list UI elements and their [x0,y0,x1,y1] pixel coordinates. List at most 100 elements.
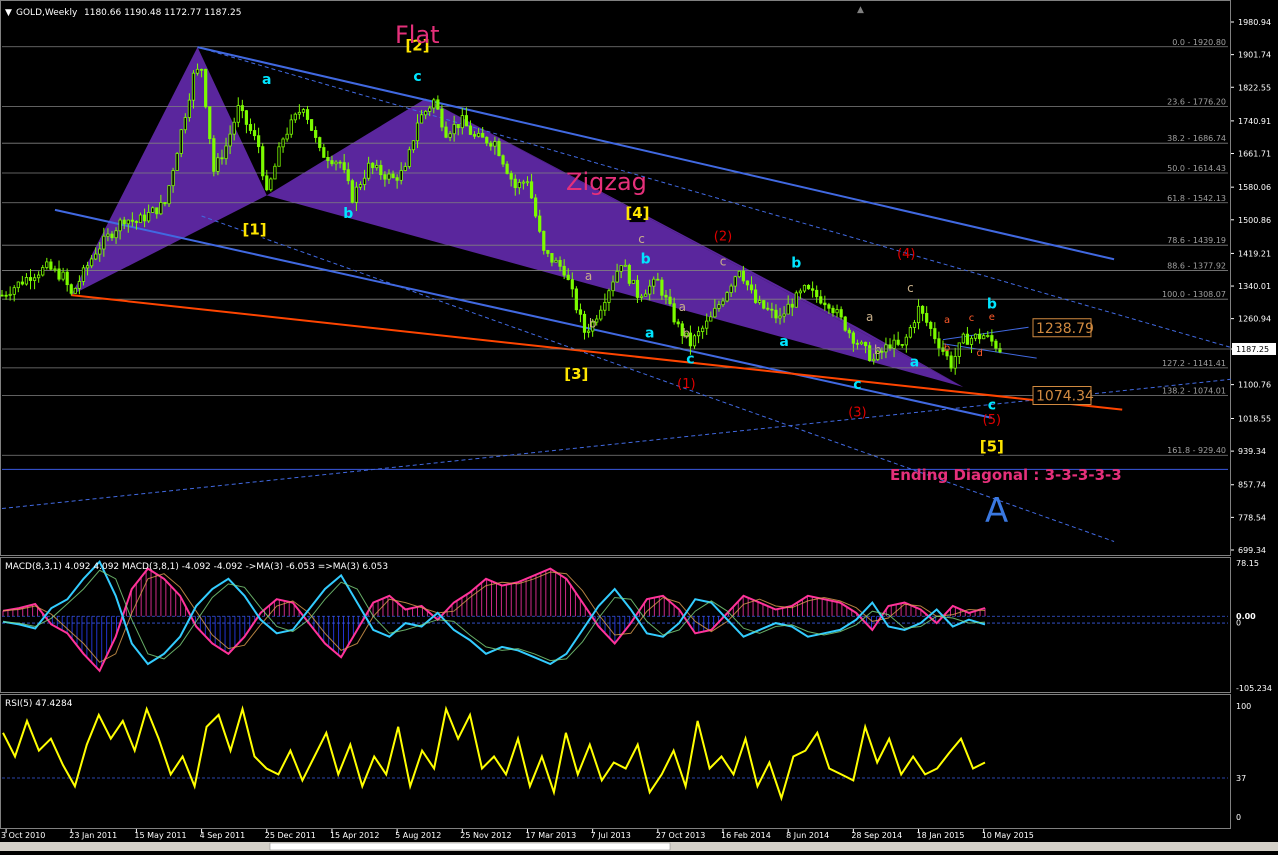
candle-body [261,146,265,177]
candle-body [183,117,187,131]
candle-body [827,304,831,309]
candle-body [660,279,664,296]
candle-body [28,277,33,281]
candle-body [806,284,811,290]
candle-body [872,358,876,362]
candle-body [843,316,847,331]
wave-label-cyan: c [988,398,996,414]
candle-body [330,160,334,165]
candle-body [986,335,990,337]
wave-label-cyan: c [853,377,861,393]
candle-body [175,153,179,171]
macd-axis-label: 78.15 [1236,559,1259,568]
price-tick-label: 1901.74 [1238,51,1271,60]
collapse-arrow-icon[interactable]: ▼ [5,8,12,18]
candle-body [676,321,680,325]
candle-body [538,215,542,232]
price-tick-label: 1419.21 [1238,249,1271,258]
candle-body [912,322,917,328]
candle-body [118,219,122,232]
wave-label-cyan: b [791,256,801,272]
candle-body [0,294,4,297]
candle-body [285,133,289,140]
candle-body [937,338,941,349]
candle-body [126,219,130,225]
candle-body [554,259,558,263]
candle-body [599,309,603,320]
flat-annotation: Flat [395,21,440,49]
candle-body [204,68,208,108]
chart-canvas[interactable]: 0.0 - 1920.80 23.6 - 1776.20 38.2 - 1686.7… [0,0,1278,851]
candle-body [525,181,530,184]
candle-body [379,164,383,176]
scroll-marker-icon[interactable]: ▲ [857,5,864,15]
time-tick-label: 23 Jan 2011 [69,831,117,840]
candle-body [692,335,697,347]
candle-body [550,253,554,263]
candle-body [615,270,619,283]
price-tick-label: 1580.06 [1238,183,1271,192]
time-tick-label: 28 Sep 2014 [851,831,902,840]
candle-body [94,253,98,260]
candle-body [236,105,240,123]
wave-label-orange: c [969,313,975,324]
candle-body [212,138,216,172]
candle-body [49,261,53,270]
candle-body [452,124,456,135]
candle-body [929,321,933,329]
wave-label-tan: b [683,327,691,341]
candle-body [994,340,998,349]
candle-body [603,301,607,311]
candle-body [407,149,411,167]
macd-panel-border [0,557,1231,693]
fib-label: 38.2 - 1686.74 [1167,134,1226,143]
price-tick-label: 778.54 [1238,513,1266,522]
candle-body [774,309,778,319]
fib-label: 50.0 - 1614.43 [1167,164,1226,173]
wave-label-red: (2) [714,230,732,245]
macd-axis-label: 0 [1236,618,1241,627]
candle-body [709,316,713,322]
candle-body [868,345,872,362]
candle-body [802,284,807,292]
candle-body [729,285,733,293]
candle-body [749,284,754,291]
wave-label-cyan: a [262,72,271,88]
candle-body [672,303,676,323]
candle-body [179,129,183,154]
candle-body [199,68,204,71]
candle-body [978,333,982,340]
candle-body [257,135,261,148]
candle-body [318,137,322,148]
candle-body [8,293,12,296]
candle-body [106,233,110,237]
candle-body [354,186,358,203]
wave-label-red: (3) [848,406,866,421]
time-axis: 3 Oct 2010 23 Jan 2011 15 May 2011 4 Sep 20… [0,829,1278,851]
candle-body [77,281,81,289]
candle-body [859,341,864,345]
fib-label: 161.8 - 929.40 [1167,446,1226,455]
fib-label: 61.8 - 1542.13 [1167,194,1226,203]
candle-body [134,220,139,223]
wave-label-orange: e [989,312,995,323]
wave-label-orange: d [976,348,982,359]
candle-body [562,265,566,276]
horizontal-scrollbar[interactable] [269,842,671,851]
candle-body [505,163,509,174]
candle-body [428,107,432,112]
candle-body [208,106,212,140]
wave-label-tan: b [589,316,597,330]
wave-label-cyan: a [910,354,919,370]
wave-label-cyan: c [413,69,421,85]
candle-body [232,121,236,135]
candle-body [831,307,835,314]
candle-body [888,344,892,349]
fib-label: 88.6 - 1377.92 [1167,261,1226,270]
candle-body [725,292,729,302]
candle-body [122,219,126,225]
candle-body [464,115,468,127]
candle-body [648,285,652,295]
candle-body [244,110,249,125]
time-tick-label: 8 Jun 2014 [786,831,829,840]
